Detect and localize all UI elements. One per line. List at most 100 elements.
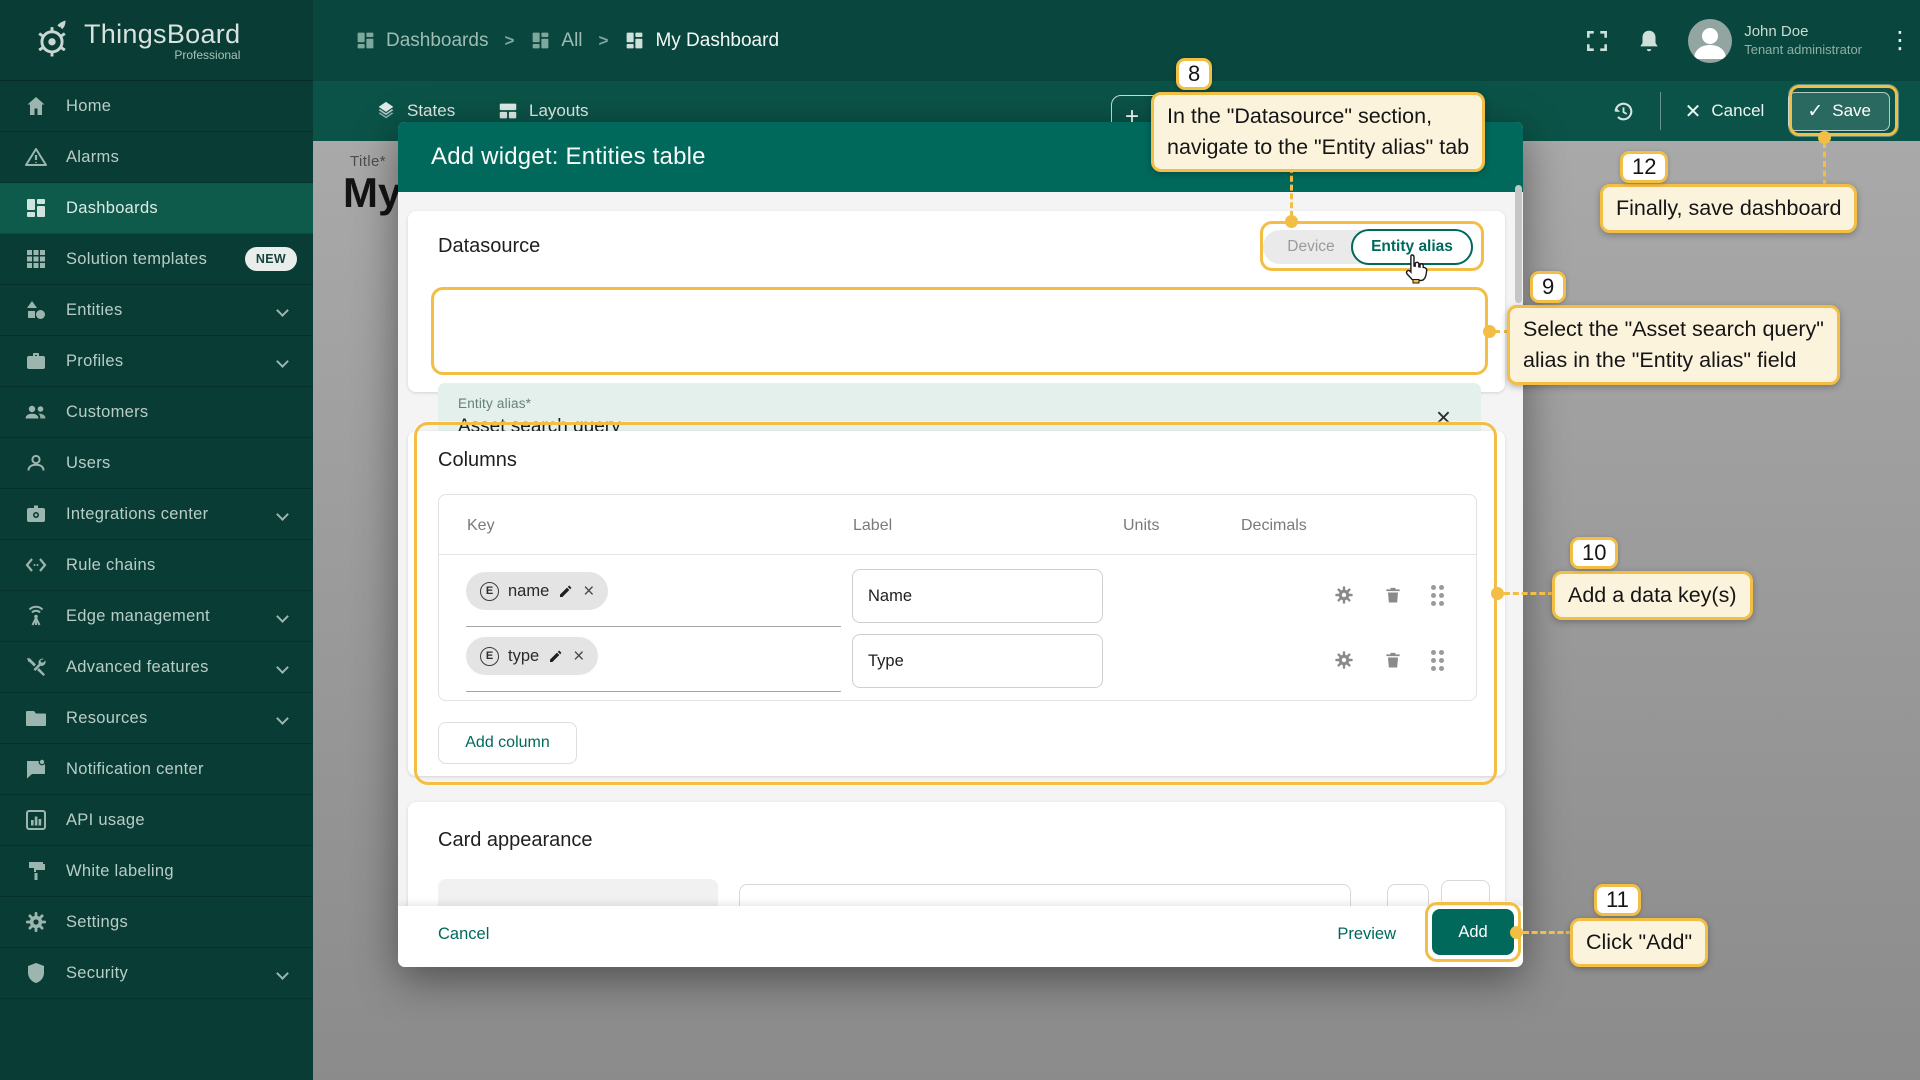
datasource-type-toggle: Device Entity alias <box>1263 230 1473 264</box>
row-actions <box>1333 649 1444 671</box>
settings-gear-icon[interactable] <box>1333 584 1355 606</box>
sidebar-item-entities[interactable]: Entities <box>0 285 313 336</box>
paint-icon <box>24 859 48 883</box>
layout-icon <box>497 100 519 122</box>
datasource-heading: Datasource <box>438 235 540 258</box>
annotation-number-9: 9 <box>1530 271 1566 303</box>
dialog-cancel-button[interactable]: Cancel <box>438 925 489 944</box>
annotation-tooltip-8: In the "Datasource" section,navigate to … <box>1151 92 1485 172</box>
logo-subtitle: Professional <box>84 48 240 62</box>
chart-icon <box>24 808 48 832</box>
sidebar: ThingsBoard Professional Home Alarms Das… <box>0 0 313 1080</box>
remove-key-icon[interactable]: × <box>573 647 584 666</box>
settings-gear-icon[interactable] <box>1333 649 1355 671</box>
scrollbar-thumb[interactable] <box>1515 185 1522 303</box>
user-menu[interactable]: John Doe Tenant administrator <box>1688 19 1862 63</box>
sidebar-item-solution-templates[interactable]: Solution templates NEW <box>0 234 313 285</box>
sidebar-item-integrations-center[interactable]: Integrations center <box>0 489 313 540</box>
columns-section: Columns Key Label Units Decimals E name … <box>408 431 1505 776</box>
user-name: John Doe <box>1744 23 1862 42</box>
breadcrumb-label: Dashboards <box>386 30 488 52</box>
sidebar-item-white-labeling[interactable]: White labeling <box>0 846 313 897</box>
cancel-label: Cancel <box>1711 101 1764 121</box>
entities-icon <box>24 298 48 322</box>
sidebar-item-dashboards[interactable]: Dashboards <box>0 183 313 234</box>
connector-line <box>1823 142 1826 186</box>
edit-pencil-icon[interactable] <box>558 583 574 599</box>
sidebar-item-alarms[interactable]: Alarms <box>0 132 313 183</box>
folder-icon <box>24 706 48 730</box>
delete-trash-icon[interactable] <box>1383 584 1403 606</box>
remove-key-icon[interactable]: × <box>583 582 594 601</box>
chevron-down-icon <box>276 508 289 521</box>
sidebar-item-profiles[interactable]: Profiles <box>0 336 313 387</box>
sidebar-item-rule-chains[interactable]: Rule chains <box>0 540 313 591</box>
fullscreen-icon[interactable] <box>1584 28 1610 54</box>
sidebar-item-home[interactable]: Home <box>0 81 313 132</box>
drag-handle-icon[interactable] <box>1431 585 1444 606</box>
data-key-name: type <box>508 647 539 666</box>
preview-button[interactable]: Preview <box>1337 925 1396 944</box>
data-key-chip[interactable]: E type × <box>466 637 598 675</box>
sidebar-item-resources[interactable]: Resources <box>0 693 313 744</box>
user-role: Tenant administrator <box>1744 42 1862 58</box>
rule-chains-icon <box>24 553 48 577</box>
chevron-down-icon <box>276 661 289 674</box>
row-actions <box>1333 584 1444 606</box>
label-input[interactable]: Type <box>852 634 1103 688</box>
column-header-decimals: Decimals <box>1241 517 1307 535</box>
history-icon[interactable] <box>1611 99 1636 124</box>
annotation-number-12: 12 <box>1620 151 1668 183</box>
entity-field-icon: E <box>480 647 499 666</box>
delete-trash-icon[interactable] <box>1383 649 1403 671</box>
add-button[interactable]: Add <box>1432 909 1514 955</box>
chevron-down-icon <box>276 304 289 317</box>
annotation-tooltip-11: Click "Add" <box>1570 918 1708 967</box>
label-value: Name <box>868 587 912 606</box>
save-dashboard-button[interactable]: ✓ Save <box>1788 92 1890 131</box>
annotation-tooltip-12: Finally, save dashboard <box>1600 184 1857 233</box>
mouse-cursor-icon <box>1403 253 1429 285</box>
breadcrumb-all[interactable]: All <box>530 30 582 52</box>
chevron-down-icon <box>276 967 289 980</box>
dashboard-title-label: Title* <box>350 153 386 170</box>
cancel-dashboard-button[interactable]: ✕ Cancel <box>1685 99 1765 124</box>
sidebar-item-notification-center[interactable]: Notification center <box>0 744 313 795</box>
topbar-actions: John Doe Tenant administrator ⋮ <box>1584 0 1902 81</box>
toolbar-actions: ✕ Cancel ✓ Save <box>1611 81 1890 141</box>
connector-dot <box>1510 926 1523 939</box>
save-label: Save <box>1832 101 1871 121</box>
add-column-label: Add column <box>465 734 550 752</box>
notifications-bell-icon[interactable] <box>1636 28 1662 54</box>
tab-device[interactable]: Device <box>1263 230 1359 264</box>
sidebar-item-users[interactable]: Users <box>0 438 313 489</box>
grid-icon <box>24 247 48 271</box>
avatar <box>1688 19 1732 63</box>
clear-icon[interactable]: × <box>1436 404 1451 430</box>
breadcrumb-my-dashboard[interactable]: My Dashboard <box>624 30 779 52</box>
sidebar-item-customers[interactable]: Customers <box>0 387 313 438</box>
column-header-label: Label <box>853 517 892 535</box>
annotation-number-8: 8 <box>1176 58 1212 90</box>
annotation-tooltip-10: Add a data key(s) <box>1552 571 1753 620</box>
logo-title: ThingsBoard <box>84 19 240 50</box>
drag-handle-icon[interactable] <box>1431 650 1444 671</box>
add-column-button[interactable]: Add column <box>438 722 577 764</box>
sidebar-item-edge-management[interactable]: Edge management <box>0 591 313 642</box>
logo[interactable]: ThingsBoard Professional <box>0 0 313 81</box>
label-input[interactable]: Name <box>852 569 1103 623</box>
sidebar-item-api-usage[interactable]: API usage <box>0 795 313 846</box>
sidebar-item-advanced-features[interactable]: Advanced features <box>0 642 313 693</box>
dialog-title: Add widget: Entities table <box>431 143 706 171</box>
data-key-chip[interactable]: E name × <box>466 572 608 610</box>
sidebar-item-settings[interactable]: Settings <box>0 897 313 948</box>
key-field-underline <box>466 691 841 692</box>
edit-pencil-icon[interactable] <box>548 648 564 664</box>
tools-icon <box>24 655 48 679</box>
dashboard-icon <box>530 30 551 51</box>
more-menu-icon[interactable]: ⋮ <box>1888 36 1902 45</box>
sidebar-item-security[interactable]: Security <box>0 948 313 999</box>
layers-icon <box>375 100 397 122</box>
breadcrumb-dashboards[interactable]: Dashboards <box>355 30 488 52</box>
column-header-key: Key <box>467 517 495 535</box>
